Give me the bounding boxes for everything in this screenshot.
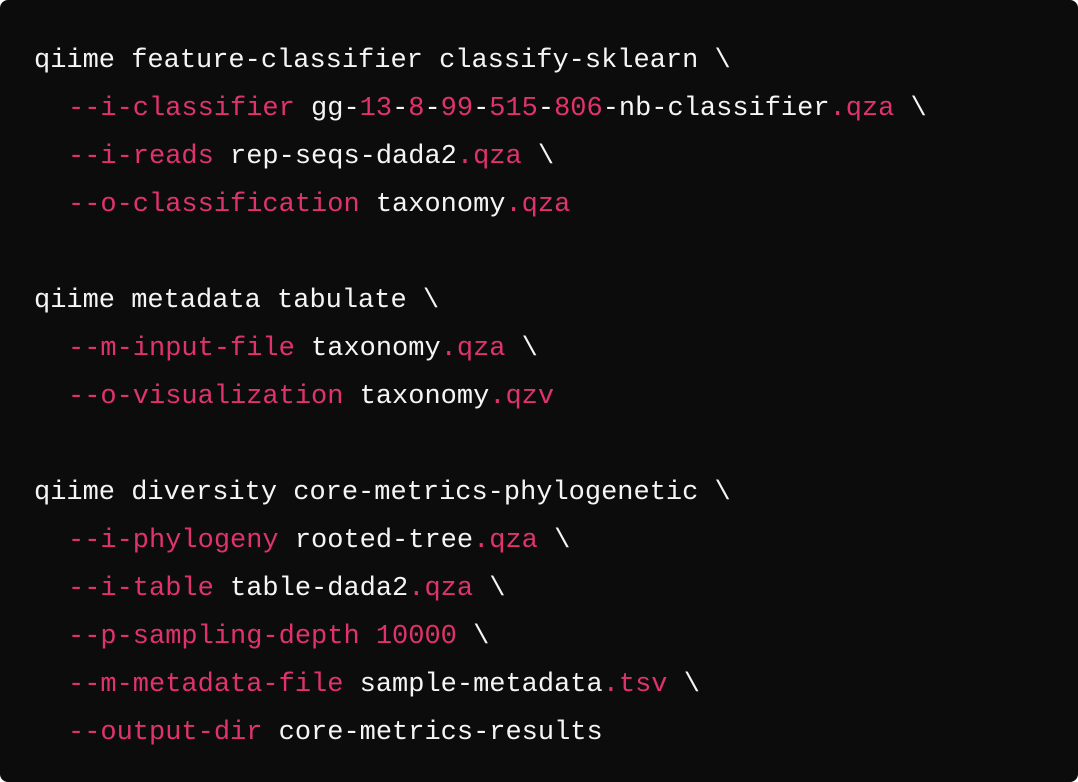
code-line: --p-sampling-depth 10000 \	[34, 613, 1078, 661]
code-number: 13	[359, 94, 393, 124]
code-text: taxonomy	[294, 334, 441, 364]
code-text: qiime feature-classifier classify-sklear…	[34, 46, 731, 76]
code-flag: --i-reads	[68, 142, 214, 172]
code-number: 515	[489, 94, 538, 124]
code-file-extension: .qza	[456, 142, 522, 172]
code-line: --o-classification taxonomy.qza	[34, 181, 1078, 229]
code-flag: --o-visualization	[68, 382, 344, 412]
page: qiime feature-classifier classify-sklear…	[0, 0, 1078, 782]
code-text: \	[505, 334, 538, 364]
code-text: taxonomy	[343, 382, 490, 412]
code-file-extension: .qza	[408, 574, 474, 604]
code-line: --m-metadata-file sample-metadata.tsv \	[34, 661, 1078, 709]
code-text: taxonomy	[359, 190, 506, 220]
code-line: --i-table table-dada2.qza \	[34, 565, 1078, 613]
code-text: -nb-classifier	[602, 94, 830, 124]
code-text: rooted-tree	[278, 526, 474, 556]
code-file-extension: .qza	[505, 190, 571, 220]
code-text: -	[392, 94, 409, 124]
code-text: -	[473, 94, 490, 124]
code-file-extension: .tsv	[602, 670, 668, 700]
code-text: rep-seqs-dada2	[213, 142, 457, 172]
code-flag: --i-table	[68, 574, 214, 604]
code-line: qiime diversity core-metrics-phylogeneti…	[34, 469, 1078, 517]
code-text: core-metrics-results	[262, 718, 603, 748]
code-text: \	[521, 142, 555, 172]
code-flag: --m-input-file	[68, 334, 295, 364]
code-content[interactable]: qiime feature-classifier classify-sklear…	[34, 37, 1078, 757]
code-file-extension: .qza	[473, 526, 538, 556]
code-text: \	[456, 622, 490, 652]
code-line: qiime feature-classifier classify-sklear…	[34, 37, 1078, 85]
code-text: \	[667, 670, 700, 700]
code-text: -	[537, 94, 555, 124]
code-text: table-dada2	[213, 574, 409, 604]
code-line: --output-dir core-metrics-results	[34, 709, 1078, 757]
code-line: --i-classifier gg-13-8-99-515-806-nb-cla…	[34, 85, 1078, 133]
code-number: 10000	[375, 622, 457, 652]
code-text: \	[894, 94, 927, 124]
code-text: gg-	[294, 94, 360, 124]
code-flag: --output-dir	[68, 718, 263, 748]
code-file-extension: .qza	[440, 334, 506, 364]
code-flag: --m-metadata-file	[68, 670, 344, 700]
code-flag: --i-classifier	[68, 94, 295, 124]
code-line: --o-visualization taxonomy.qzv	[34, 373, 1078, 421]
code-number: 99	[440, 94, 474, 124]
code-number: 8	[408, 94, 425, 124]
code-line: --i-phylogeny rooted-tree.qza \	[34, 517, 1078, 565]
code-line: qiime metadata tabulate \	[34, 277, 1078, 325]
code-flag: --i-phylogeny	[68, 526, 279, 556]
code-text: \	[473, 574, 506, 604]
code-line: --m-input-file taxonomy.qza \	[34, 325, 1078, 373]
code-flag: --o-classification	[68, 190, 360, 220]
code-file-extension: .qzv	[489, 382, 555, 412]
code-text: qiime metadata tabulate \	[34, 286, 440, 316]
code-text: \	[537, 526, 571, 556]
code-number: 806	[554, 94, 603, 124]
code-text: sample-metadata	[343, 670, 603, 700]
code-line: --i-reads rep-seqs-dada2.qza \	[34, 133, 1078, 181]
code-text: -	[424, 94, 441, 124]
code-file-extension: .qza	[829, 94, 895, 124]
code-flag: --p-sampling-depth	[68, 622, 360, 652]
code-text: qiime diversity core-metrics-phylogeneti…	[34, 478, 731, 508]
code-block[interactable]: qiime feature-classifier classify-sklear…	[0, 0, 1078, 782]
